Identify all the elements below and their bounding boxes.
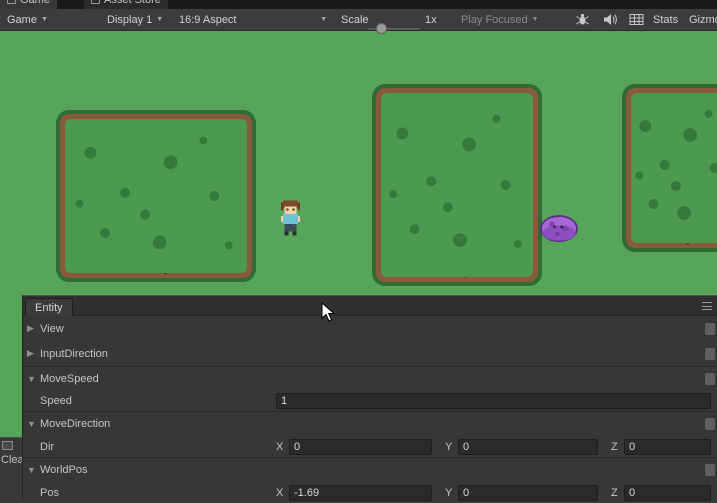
foldout-input-direction[interactable]: ▶ InputDirection	[23, 341, 717, 366]
x-axis-label: X	[276, 440, 284, 453]
foldout-move-direction[interactable]: ▼ MoveDirection	[23, 411, 717, 436]
gizmos-label: Gizmos	[689, 13, 717, 26]
tab-game[interactable]: Game	[0, 0, 57, 9]
scale-label: Scale	[341, 13, 369, 26]
y-axis-label: Y	[445, 440, 453, 453]
foldout-view[interactable]: ▶ View	[23, 316, 717, 341]
pen-grass	[381, 93, 533, 277]
vsync-button[interactable]	[624, 9, 649, 30]
foldout-world-pos-label: WorldPos	[40, 464, 88, 476]
row-handle[interactable]	[705, 464, 715, 476]
pos-z-field[interactable]	[624, 484, 711, 501]
dir-y-field[interactable]	[458, 438, 598, 455]
chevron-down-icon: ▼	[320, 16, 327, 23]
bug-button[interactable]	[570, 9, 595, 30]
foldout-move-speed[interactable]: ▼ MoveSpeed	[23, 366, 717, 390]
display-popup-label: Display 1	[107, 13, 153, 26]
chevron-down-icon: ▼	[40, 16, 48, 23]
speed-label: Speed	[40, 394, 72, 407]
chevron-down-icon: ▼	[156, 16, 164, 23]
fenced-area-right	[622, 84, 717, 252]
dir-label: Dir	[40, 440, 55, 453]
tab-asset-store[interactable]: Asset Store	[84, 0, 168, 9]
pos-y-field[interactable]	[458, 484, 598, 501]
pos-x-field[interactable]	[289, 484, 432, 501]
pos-label: Pos	[40, 486, 59, 499]
dir-row: Dir X Y Z	[23, 436, 717, 457]
chevron-right-icon: ▶	[27, 348, 34, 358]
console-clear-button[interactable]: Clear	[1, 454, 22, 466]
fenced-area-left	[56, 110, 256, 282]
row-handle[interactable]	[705, 322, 715, 335]
game-tab-icon	[7, 0, 16, 4]
chevron-right-icon: ▶	[27, 323, 34, 333]
player-sprite	[280, 200, 301, 236]
entity-tab[interactable]: Entity	[25, 298, 73, 316]
dir-x-field[interactable]	[289, 438, 432, 455]
pen-grass	[65, 119, 247, 273]
foldout-move-speed-label: MoveSpeed	[40, 372, 99, 385]
tab-asset-store-label: Asset Store	[104, 0, 161, 6]
pen-grass	[631, 93, 717, 243]
chevron-down-icon: ▼	[531, 16, 539, 23]
fenced-area-middle	[372, 84, 542, 286]
foldout-move-direction-label: MoveDirection	[40, 418, 111, 430]
stats-label: Stats	[653, 13, 679, 26]
chevron-down-icon: ▼	[27, 419, 36, 429]
asset-store-tab-icon	[91, 0, 100, 4]
fence-border	[376, 88, 538, 282]
x-axis-label: X	[276, 486, 284, 499]
row-handle[interactable]	[705, 418, 715, 430]
game-popup-label: Game	[7, 13, 37, 26]
game-view-toolbar: Game ▼ Display 1 ▼ 16:9 Aspect ▼ Scale 1…	[0, 9, 717, 34]
editor-tabstrip: Game Asset Store	[0, 0, 717, 9]
grid-icon	[629, 14, 644, 25]
audio-button[interactable]	[598, 9, 623, 30]
entity-tab-label: Entity	[35, 301, 63, 314]
display-popup[interactable]: Display 1 ▼	[102, 9, 168, 30]
speed-field[interactable]	[276, 392, 711, 409]
dir-z-field[interactable]	[624, 438, 711, 455]
fence-border	[60, 114, 252, 278]
foldout-view-label: View	[40, 322, 64, 335]
fence-border	[626, 88, 717, 248]
speaker-icon	[604, 14, 617, 25]
speed-row: Speed	[23, 390, 717, 411]
entity-panel: Entity ▶ View ▶ InputDirection ▼ MoveSpe…	[22, 295, 717, 501]
bug-icon	[576, 13, 589, 25]
entity-panel-tabbar: Entity	[23, 296, 717, 316]
mouse-cursor	[321, 302, 335, 322]
scale-slider-handle[interactable]	[376, 23, 387, 34]
gizmos-button[interactable]: Gizmos ▼	[684, 9, 717, 30]
slime-sprite	[540, 215, 578, 243]
foldout-world-pos[interactable]: ▼ WorldPos	[23, 457, 717, 482]
z-axis-label: Z	[611, 486, 618, 499]
console-tab-icon	[2, 441, 13, 450]
foldout-input-direction-label: InputDirection	[40, 347, 108, 360]
console-window-fragment: Clear	[0, 437, 22, 500]
scale-value: 1x	[425, 13, 437, 26]
stats-button[interactable]: Stats	[648, 9, 683, 30]
row-handle[interactable]	[705, 347, 715, 360]
y-axis-label: Y	[445, 486, 453, 499]
play-focused-popup[interactable]: Play Focused ▼	[456, 9, 544, 30]
chevron-down-icon: ▼	[27, 465, 36, 475]
tab-game-label: Game	[20, 0, 50, 6]
aspect-popup[interactable]: 16:9 Aspect ▼	[174, 9, 332, 30]
play-focused-label: Play Focused	[461, 13, 528, 26]
aspect-popup-label: 16:9 Aspect	[179, 13, 237, 26]
z-axis-label: Z	[611, 440, 618, 453]
game-popup[interactable]: Game ▼	[2, 9, 53, 30]
chevron-down-icon: ▼	[27, 373, 36, 384]
panel-menu-icon[interactable]	[702, 302, 712, 310]
row-handle[interactable]	[705, 372, 715, 385]
